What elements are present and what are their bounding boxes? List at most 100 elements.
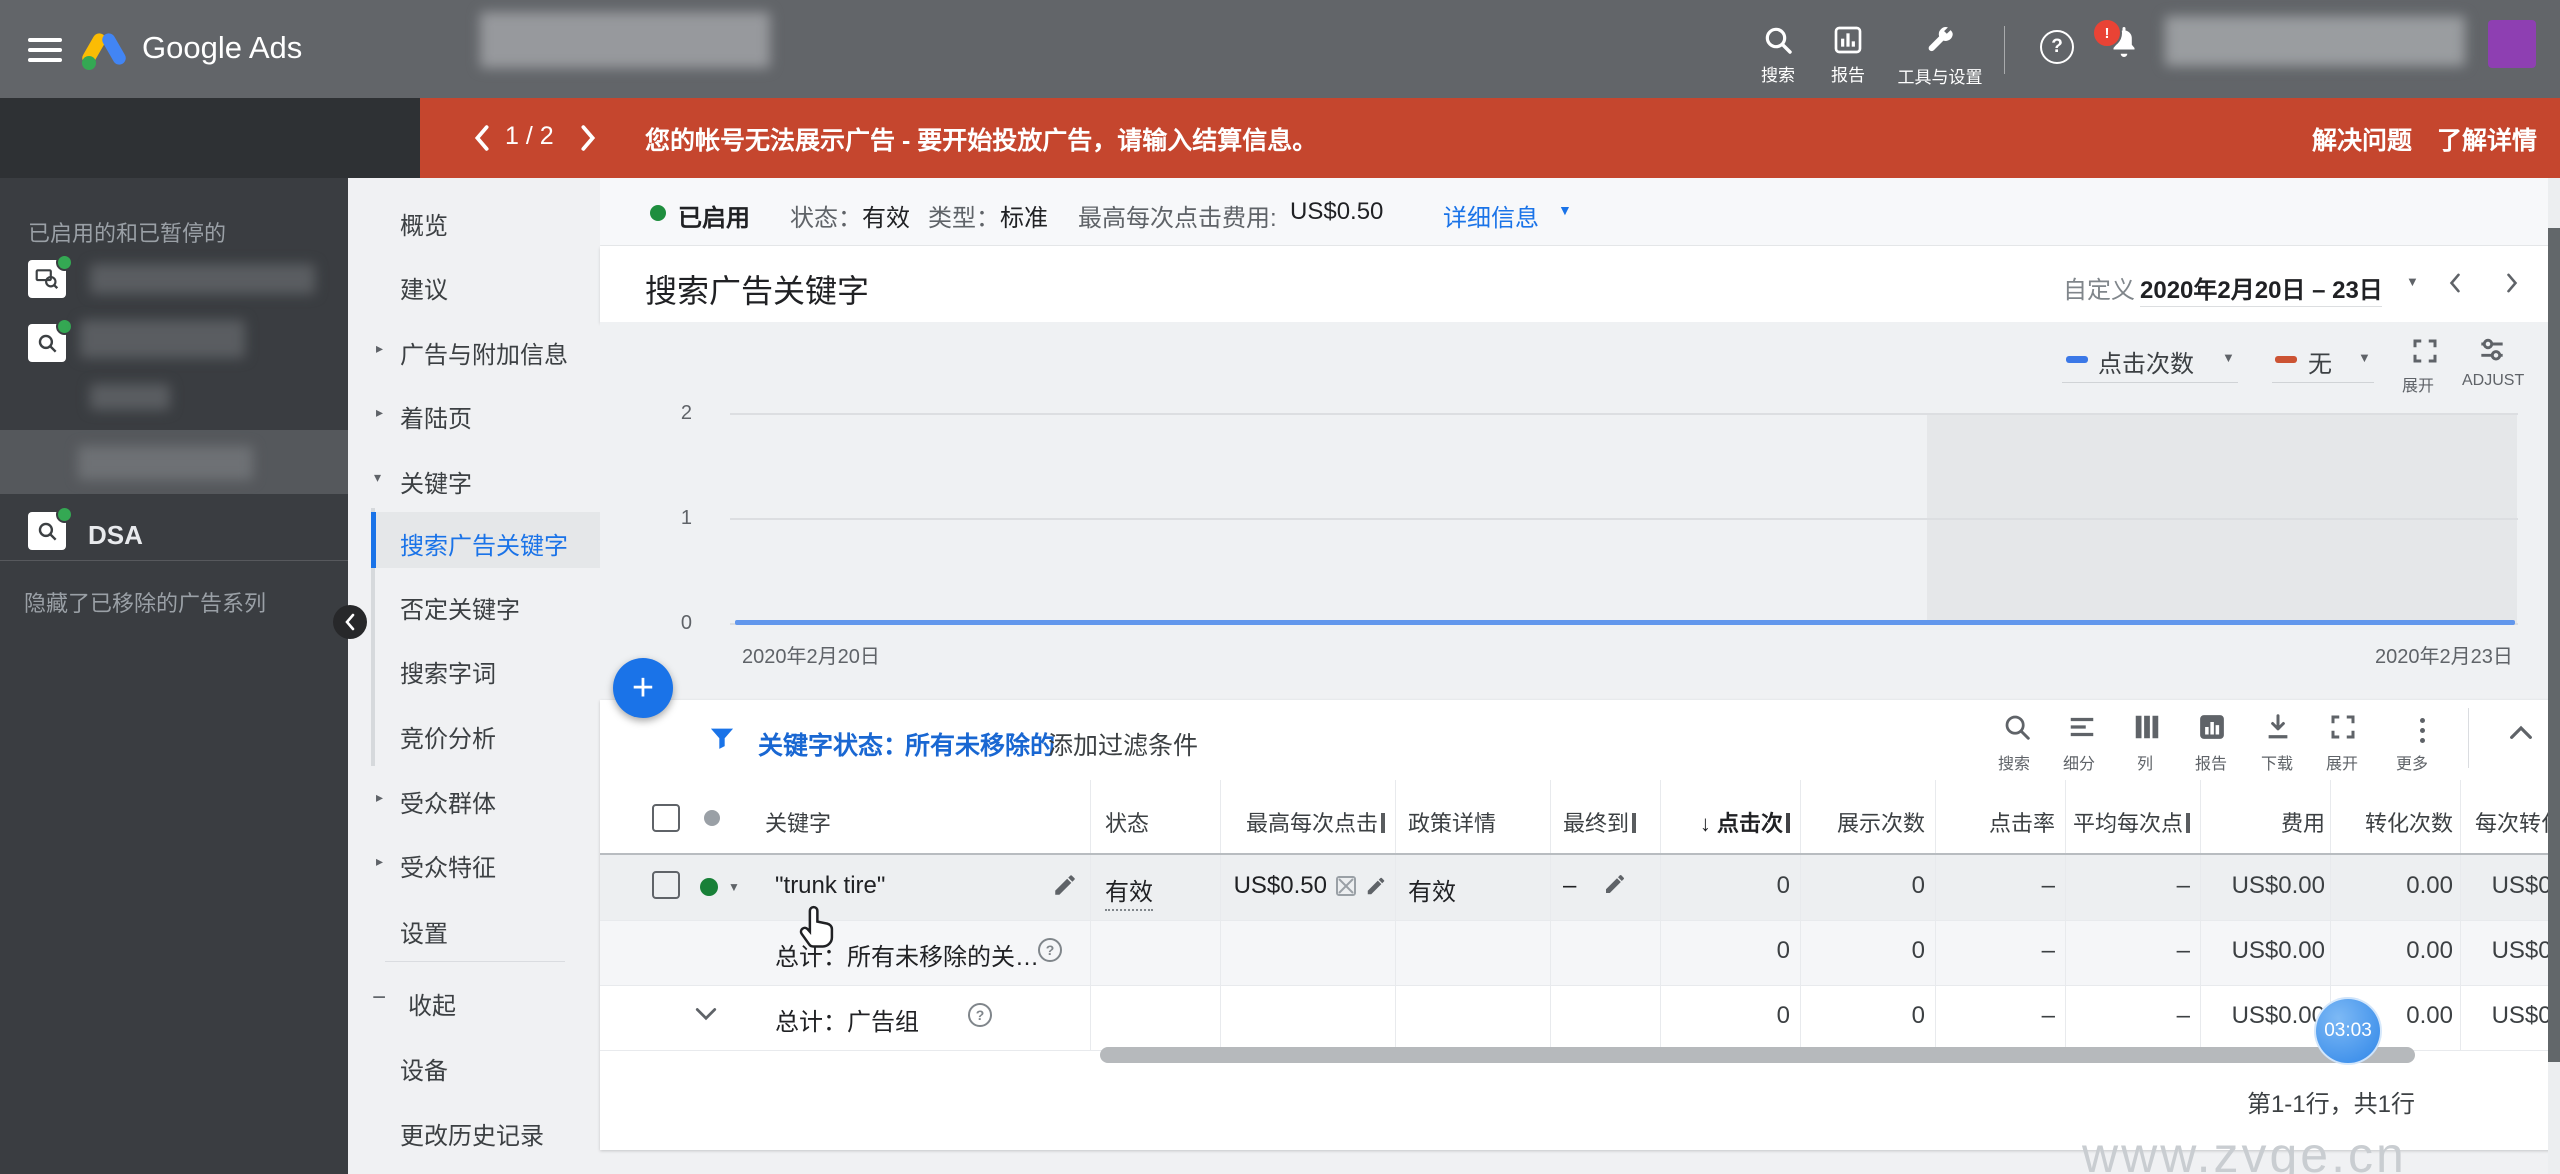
caret-down-icon[interactable]: ▼ bbox=[728, 880, 740, 894]
collapse-table-icon[interactable] bbox=[2508, 724, 2534, 740]
row-checkbox[interactable] bbox=[652, 871, 680, 899]
nav-item-auction-insights[interactable]: 竞价分析 bbox=[400, 719, 496, 754]
expand-arrow-icon[interactable]: ▸ bbox=[376, 789, 383, 806]
learn-more-link[interactable]: 了解详情 bbox=[2437, 121, 2537, 157]
details-link[interactable]: 详细信息 bbox=[1443, 198, 1539, 233]
search-campaign-icon bbox=[38, 334, 57, 353]
policy-status[interactable]: 有效 bbox=[1408, 872, 1456, 907]
nav-item-demographics[interactable]: 受众特征 bbox=[400, 848, 496, 883]
header-keyword[interactable]: 关键字 bbox=[765, 806, 831, 838]
y-tick-1: 1 bbox=[680, 507, 692, 529]
header-conversions[interactable]: 转化次数 bbox=[2335, 806, 2453, 838]
expand-row-icon[interactable] bbox=[694, 1007, 718, 1022]
nav-item-collapse[interactable]: 收起 bbox=[408, 986, 456, 1021]
adjust-icon[interactable] bbox=[2476, 334, 2508, 366]
download-icon[interactable] bbox=[2263, 712, 2293, 742]
clipped-char bbox=[1786, 813, 1790, 833]
campaign-item-dsa[interactable]: DSA bbox=[0, 506, 348, 566]
nav-item-devices[interactable]: 设备 bbox=[400, 1051, 448, 1086]
header-avg-cpc[interactable]: 平均每次点 bbox=[2072, 806, 2190, 838]
chevron-left-icon[interactable] bbox=[472, 124, 492, 152]
report-label: 报告 bbox=[2195, 756, 2228, 773]
select-all-checkbox[interactable] bbox=[652, 804, 680, 832]
nav-item-ads-extensions[interactable]: 广告与附加信息 bbox=[400, 335, 568, 370]
resolve-link[interactable]: 解决问题 bbox=[2312, 121, 2412, 157]
reports-button[interactable]: 报告 bbox=[1818, 24, 1878, 86]
header-final-url[interactable]: 最终到 bbox=[1563, 806, 1637, 838]
table-search-icon[interactable] bbox=[2002, 712, 2032, 742]
nav-item-search-terms[interactable]: 搜索字词 bbox=[400, 654, 496, 689]
metric1-selector[interactable]: 点击次数 bbox=[2098, 344, 2194, 379]
filter-label: 关键字状态： bbox=[758, 732, 909, 760]
nav-item-audiences[interactable]: 受众群体 bbox=[400, 784, 496, 819]
help-button[interactable]: ? bbox=[2040, 30, 2074, 64]
campaign-item-selected[interactable] bbox=[0, 430, 348, 494]
header-status[interactable]: 状态 bbox=[1105, 806, 1149, 838]
chevron-right-icon[interactable] bbox=[578, 124, 598, 152]
columns-icon[interactable] bbox=[2132, 712, 2162, 742]
caret-down-icon[interactable]: ▼ bbox=[2222, 350, 2235, 365]
display-search-icon bbox=[35, 269, 59, 290]
page-title: 搜索广告关键字 bbox=[645, 273, 870, 309]
keyword-status[interactable]: 有效 bbox=[1105, 872, 1153, 911]
date-prev-icon[interactable] bbox=[2448, 272, 2462, 294]
filter-value[interactable]: 所有未移除的 bbox=[905, 726, 1055, 762]
add-keyword-button[interactable]: + bbox=[613, 658, 673, 718]
notifications-button[interactable]: ! bbox=[2092, 18, 2142, 65]
campaign-item[interactable] bbox=[0, 316, 348, 386]
expand-arrow-icon[interactable]: ▸ bbox=[376, 853, 383, 870]
header-clicks-sorted[interactable]: ↓ 点击次 bbox=[1670, 806, 1790, 838]
sidebar-collapse-button[interactable] bbox=[333, 605, 367, 639]
nav-item-overview[interactable]: 概览 bbox=[400, 206, 448, 241]
edit-pencil-icon[interactable] bbox=[1365, 875, 1387, 897]
vertical-scrollbar-thumb[interactable] bbox=[2548, 228, 2560, 1062]
nav-item-landing-pages[interactable]: 着陆页 bbox=[400, 399, 472, 434]
header-impressions[interactable]: 展示次数 bbox=[1810, 806, 1925, 838]
caret-down-icon[interactable]: ▼ bbox=[1558, 202, 1572, 218]
date-range-value[interactable]: 2020年2月20日 – 23日 bbox=[2140, 270, 2383, 305]
help-circle-icon[interactable]: ? bbox=[1038, 938, 1062, 962]
header-max-cpc[interactable]: 最高每次点击 bbox=[1225, 806, 1385, 838]
tools-settings-button[interactable]: 工具与设置 bbox=[1885, 24, 1995, 88]
avatar[interactable] bbox=[2488, 20, 2536, 68]
menu-icon[interactable] bbox=[28, 32, 62, 68]
expand-arrow-icon[interactable]: ▸ bbox=[376, 340, 383, 357]
col-divider bbox=[2460, 780, 2461, 1050]
edit-pencil-icon[interactable] bbox=[1603, 872, 1627, 896]
metric2-selector[interactable]: 无 bbox=[2308, 344, 2332, 379]
horizontal-scrollbar[interactable] bbox=[1100, 1047, 2415, 1063]
collapse-arrow-icon[interactable]: ▾ bbox=[374, 469, 381, 486]
nav-item-negative-keywords[interactable]: 否定关键字 bbox=[400, 590, 520, 625]
max-cpc-cell[interactable]: US$0.50 bbox=[1225, 866, 1387, 906]
filter-funnel-icon[interactable] bbox=[708, 724, 736, 752]
minus-icon[interactable]: − bbox=[372, 984, 386, 1012]
conversions-value: 0.00 bbox=[2406, 872, 2453, 899]
campaign-item[interactable] bbox=[0, 250, 348, 314]
caret-down-icon[interactable]: ▼ bbox=[2358, 350, 2371, 365]
expand-chart-icon[interactable] bbox=[2410, 336, 2440, 366]
segment-icon[interactable] bbox=[2067, 712, 2097, 742]
add-filter-button[interactable]: 添加过滤条件 bbox=[1048, 726, 1198, 762]
nav-item-recommendations[interactable]: 建议 bbox=[400, 270, 448, 305]
status-dot-header-icon[interactable] bbox=[704, 810, 720, 826]
header-cost[interactable]: 费用 bbox=[2205, 806, 2325, 838]
nav-item-search-keywords-selected[interactable]: 搜索广告关键字 bbox=[400, 526, 568, 561]
keyword-enabled-dot[interactable] bbox=[700, 878, 718, 896]
nav-item-settings[interactable]: 设置 bbox=[400, 914, 448, 949]
notification-badge: ! bbox=[2092, 18, 2122, 48]
date-next-icon[interactable] bbox=[2505, 272, 2519, 294]
expand-arrow-icon[interactable]: ▸ bbox=[376, 404, 383, 421]
caret-down-icon[interactable]: ▼ bbox=[2406, 274, 2419, 289]
nav-item-change-history[interactable]: 更改历史记录 bbox=[400, 1116, 544, 1151]
header-ctr[interactable]: 点击率 bbox=[1940, 806, 2055, 838]
help-circle-icon[interactable]: ? bbox=[968, 1003, 992, 1027]
expand-table-icon[interactable] bbox=[2328, 712, 2358, 742]
search-button[interactable]: 搜索 bbox=[1748, 24, 1808, 86]
header-policy[interactable]: 政策详情 bbox=[1408, 806, 1496, 838]
nav-item-keywords[interactable]: 关键字 bbox=[400, 464, 472, 499]
row-border bbox=[600, 920, 2560, 921]
report-chart-icon[interactable] bbox=[2197, 712, 2227, 742]
more-vertical-icon[interactable] bbox=[2420, 713, 2425, 748]
header-cost-per-conv[interactable]: 每次转化费 bbox=[2465, 806, 2560, 838]
edit-pencil-icon[interactable] bbox=[1052, 872, 1078, 898]
